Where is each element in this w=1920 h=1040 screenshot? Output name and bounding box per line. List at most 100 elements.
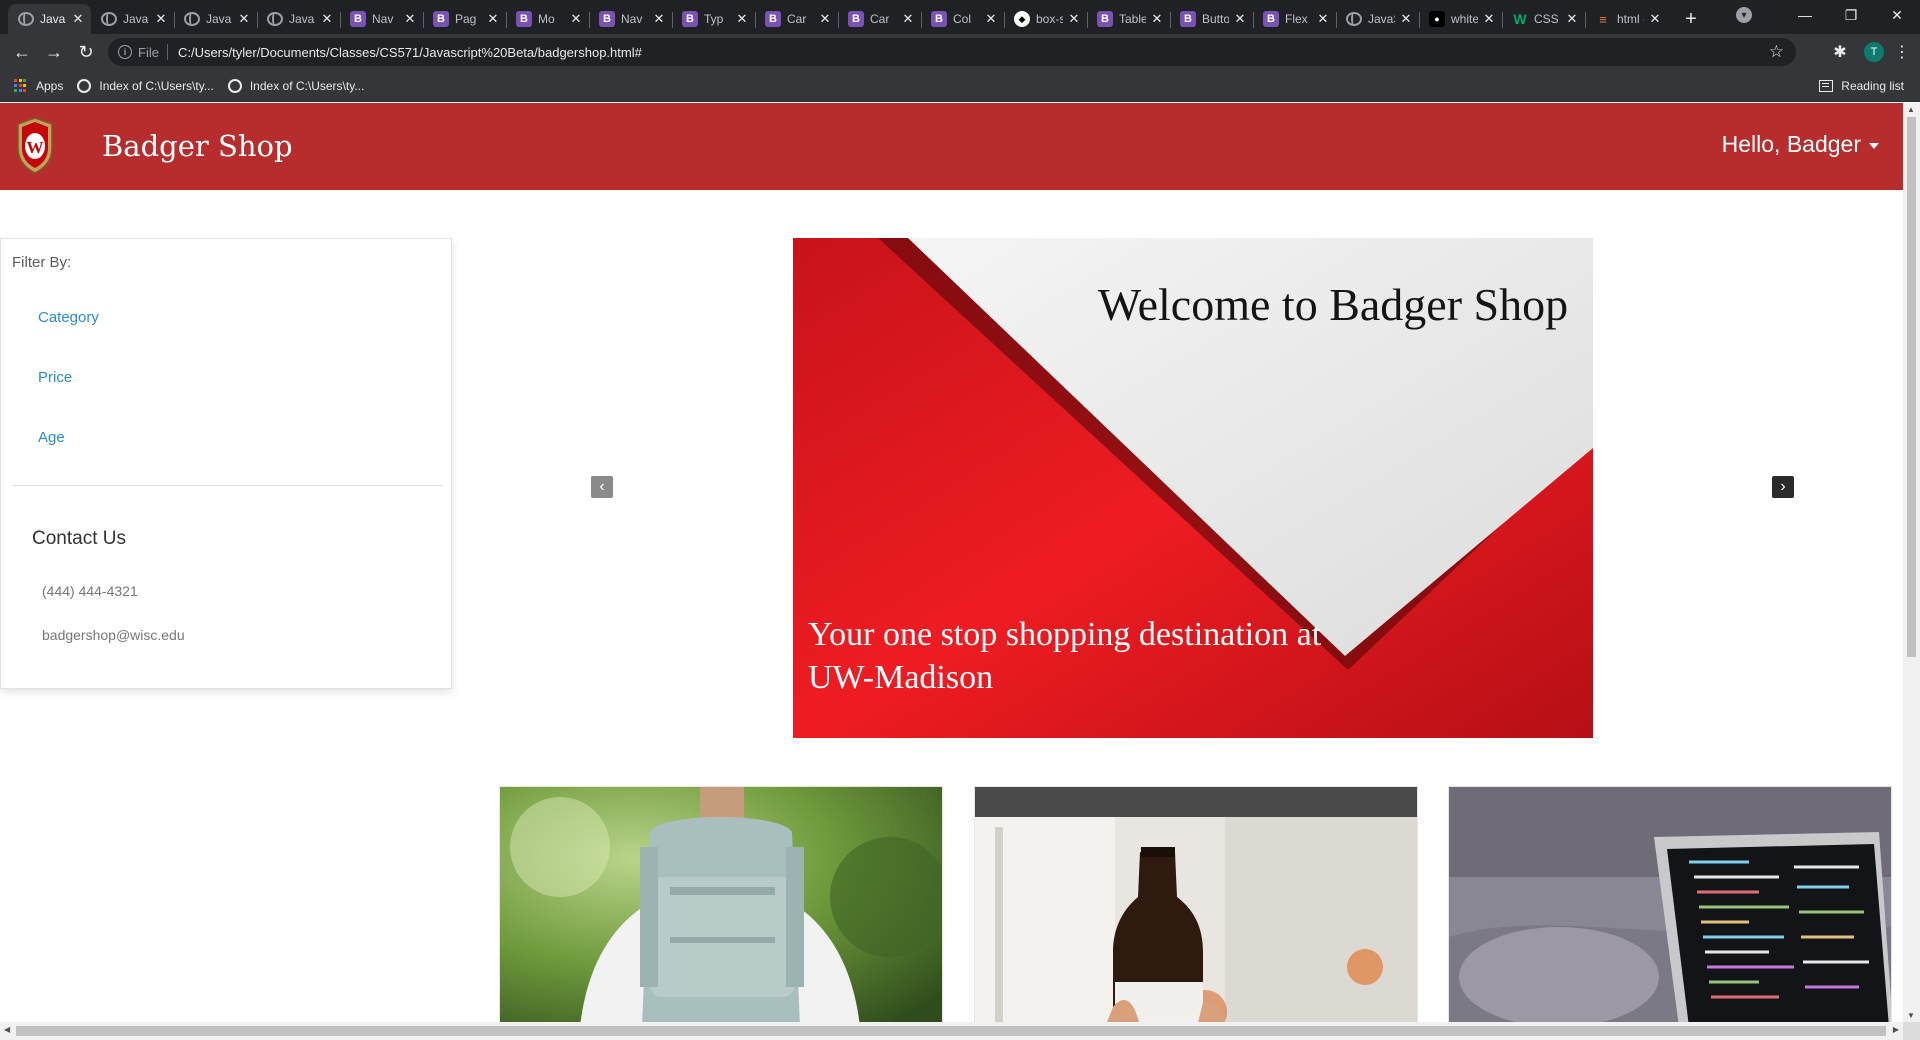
browser-tab[interactable]: ● white ar ✕: [1419, 4, 1502, 34]
profile-avatar[interactable]: T: [1864, 42, 1884, 62]
scroll-right-arrow-icon[interactable]: ▶: [1893, 1025, 1899, 1034]
restore-button[interactable]: ❐: [1828, 0, 1874, 30]
filter-price-link[interactable]: Price: [38, 369, 72, 386]
filter-category-link[interactable]: Category: [38, 309, 99, 326]
bookmark-index-2[interactable]: Index of C:\Users\ty...: [227, 78, 364, 93]
tab-title: CSS for: [1534, 12, 1561, 26]
minimize-button[interactable]: —: [1782, 0, 1828, 30]
browser-tab[interactable]: Java ✕: [91, 4, 174, 34]
tab-title: Java: [40, 12, 66, 26]
bootstrap-icon: B: [1097, 11, 1113, 27]
product-card-bottle[interactable]: [974, 786, 1418, 1022]
tab-title: Java: [206, 12, 232, 26]
browser-tab[interactable]: W CSS for ✕: [1502, 4, 1585, 34]
close-tab-icon[interactable]: ✕: [486, 11, 500, 27]
close-tab-icon[interactable]: ✕: [1565, 11, 1579, 27]
horizontal-scroll-thumb[interactable]: [16, 1026, 1886, 1036]
svg-text:W: W: [27, 138, 44, 157]
bookmark-apps[interactable]: Apps: [14, 78, 64, 93]
product-card-laptop[interactable]: [1448, 786, 1892, 1022]
caret-down-icon: [1869, 142, 1879, 149]
uw-crest-logo[interactable]: W: [14, 116, 56, 174]
bookmark-label: Apps: [36, 78, 64, 93]
close-tab-icon[interactable]: ✕: [569, 11, 583, 27]
browser-tab[interactable]: ◆ box-sha ✕: [1004, 4, 1087, 34]
scroll-down-arrow-icon[interactable]: ▼: [1907, 1011, 1915, 1020]
tab-search-icon[interactable]: ▾: [1736, 7, 1752, 23]
browser-tab[interactable]: Java ✕: [174, 4, 257, 34]
bookmark-star-icon[interactable]: ☆: [1769, 42, 1784, 62]
close-tab-icon[interactable]: ✕: [237, 11, 251, 27]
browser-tab[interactable]: ≡ html - H ✕: [1585, 4, 1668, 34]
site-brand[interactable]: Badger Shop: [102, 129, 293, 163]
new-tab-button[interactable]: +: [1676, 4, 1706, 34]
browser-menu-icon[interactable]: ⋮: [1892, 42, 1912, 62]
close-tab-icon[interactable]: ✕: [1067, 11, 1081, 27]
bookmark-label: Index of C:\Users\ty...: [99, 78, 214, 93]
browser-tab[interactable]: B Buttons ✕: [1170, 4, 1253, 34]
browser-tab[interactable]: JavaScri ✕: [1336, 4, 1419, 34]
tab-title: Pag: [455, 12, 477, 26]
carousel-next-button[interactable]: ›: [1772, 476, 1794, 498]
browser-tab[interactable]: B Pag ✕: [423, 4, 506, 34]
close-tab-icon[interactable]: ✕: [1648, 11, 1662, 27]
browser-tab[interactable]: Java ✕: [257, 4, 340, 34]
close-tab-icon[interactable]: ✕: [1399, 11, 1413, 27]
bootstrap-icon: B: [848, 11, 864, 27]
tab-title: Flex · Bo: [1285, 12, 1312, 26]
bootstrap-icon: B: [1263, 11, 1279, 27]
github-icon: ●: [1429, 11, 1445, 27]
browser-tab[interactable]: Java ✕: [8, 4, 91, 34]
browser-tab[interactable]: B Car ✕: [838, 4, 921, 34]
browser-tab[interactable]: B Nav ✕: [589, 4, 672, 34]
close-tab-icon[interactable]: ✕: [984, 11, 998, 27]
reload-button[interactable]: ↻: [70, 36, 102, 68]
close-tab-icon[interactable]: ✕: [818, 11, 832, 27]
filter-age-link[interactable]: Age: [38, 429, 65, 446]
close-tab-icon[interactable]: ✕: [901, 11, 915, 27]
vertical-scroll-thumb[interactable]: [1907, 117, 1916, 657]
bootstrap-icon: B: [765, 11, 781, 27]
back-button[interactable]: ←: [6, 36, 38, 68]
info-icon[interactable]: i: [118, 45, 132, 59]
browser-tab[interactable]: B Typ ✕: [672, 4, 755, 34]
close-tab-icon[interactable]: ✕: [735, 11, 749, 27]
forward-button[interactable]: →: [38, 36, 70, 68]
scroll-up-arrow-icon[interactable]: ▲: [1907, 105, 1915, 114]
address-bar[interactable]: i File C:/Users/tyler/Documents/Classes/…: [108, 38, 1796, 66]
browser-tab[interactable]: B Nav ✕: [340, 4, 423, 34]
close-tab-icon[interactable]: ✕: [1233, 11, 1247, 27]
bookmark-index-1[interactable]: Index of C:\Users\ty...: [77, 78, 214, 93]
close-tab-icon[interactable]: ✕: [1482, 11, 1496, 27]
tab-title: Java: [123, 12, 149, 26]
close-tab-icon[interactable]: ✕: [154, 11, 168, 27]
close-tab-icon[interactable]: ✕: [652, 11, 666, 27]
close-tab-icon[interactable]: ✕: [403, 11, 417, 27]
close-tab-icon[interactable]: ✕: [71, 11, 85, 27]
browser-tab[interactable]: B Col ✕: [921, 4, 1004, 34]
close-tab-icon[interactable]: ✕: [1150, 11, 1164, 27]
globe-icon: [77, 78, 92, 93]
bootstrap-icon: B: [1180, 11, 1196, 27]
hero-heading: Welcome to Badger Shop: [1097, 279, 1569, 330]
close-window-button[interactable]: ✕: [1874, 0, 1920, 30]
tab-strip: Java ✕ Java ✕ Java ✕ Java ✕ B Nav ✕ B Pag ✕ B Mo ✕ B Nav ✕ B…: [0, 0, 1920, 34]
vertical-scrollbar[interactable]: ▲ ▼: [1903, 103, 1920, 1022]
site-navbar: W Badger Shop Hello, Badger: [0, 103, 1903, 190]
bootstrap-icon: B: [931, 11, 947, 27]
product-card-backpack[interactable]: [499, 786, 943, 1022]
url-text[interactable]: C:/Users/tyler/Documents/Classes/CS571/J…: [178, 45, 642, 60]
reading-list-button[interactable]: Reading list: [1819, 79, 1904, 93]
browser-tab[interactable]: B Flex · Bo ✕: [1253, 4, 1336, 34]
close-tab-icon[interactable]: ✕: [1316, 11, 1330, 27]
browser-tab[interactable]: B Mo ✕: [506, 4, 589, 34]
scrollbar-corner: [1903, 1022, 1920, 1040]
browser-tab[interactable]: B Car ✕: [755, 4, 838, 34]
scroll-left-arrow-icon[interactable]: ◀: [4, 1025, 10, 1034]
close-tab-icon[interactable]: ✕: [320, 11, 334, 27]
carousel-prev-button[interactable]: ‹: [591, 476, 613, 498]
extensions-icon[interactable]: ✱: [1824, 42, 1856, 62]
horizontal-scrollbar[interactable]: ◀ ▶: [0, 1022, 1903, 1040]
browser-tab[interactable]: B Tables ✕: [1087, 4, 1170, 34]
user-dropdown[interactable]: Hello, Badger: [1722, 131, 1879, 158]
